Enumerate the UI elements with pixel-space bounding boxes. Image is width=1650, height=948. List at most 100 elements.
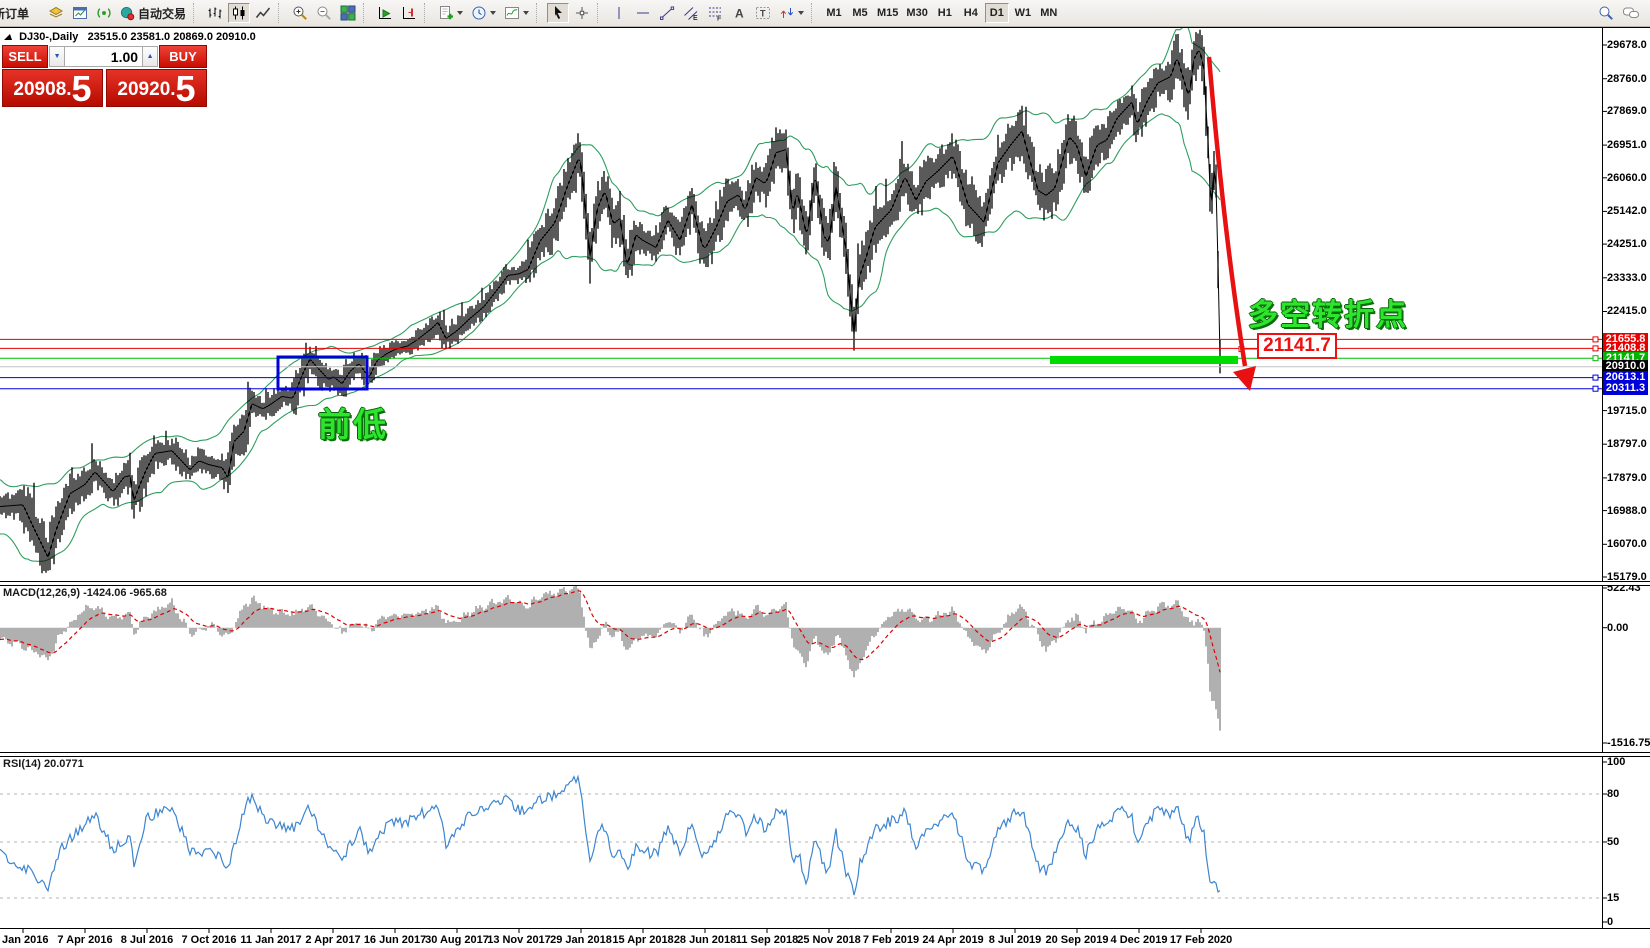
zoom-out-button[interactable] — [313, 3, 335, 23]
auto-trading-icon — [120, 6, 135, 21]
volume-increase-button[interactable]: ▲ — [142, 46, 158, 67]
toolbar-separator — [424, 3, 430, 23]
sell-button[interactable]: SELL — [2, 45, 48, 68]
chat-bubbles-icon — [1622, 5, 1640, 21]
text-label-icon: T — [755, 5, 771, 21]
toolbar: 新订单 自动交易 — [0, 0, 1650, 27]
horizontal-line-tool-button[interactable] — [632, 3, 654, 23]
market-watch-icon — [72, 5, 88, 21]
cursor-icon — [550, 5, 566, 21]
zoom-in-button[interactable] — [289, 3, 311, 23]
auto-scroll-icon — [377, 5, 393, 21]
equidistant-channel-icon: E — [683, 5, 699, 21]
timeframe-mn-button[interactable]: MN — [1037, 3, 1061, 23]
volume-input[interactable] — [65, 46, 142, 67]
auto-trading-button[interactable]: 自动交易 — [117, 3, 189, 23]
crosshair-icon — [574, 5, 590, 21]
text-tool-button[interactable]: A — [728, 3, 750, 23]
vertical-line-icon — [611, 5, 627, 21]
svg-text:E: E — [693, 15, 698, 21]
text-icon: A — [731, 5, 747, 21]
community-chat-button[interactable] — [1619, 3, 1643, 23]
toolbar-separator — [193, 3, 199, 23]
fibonacci-tool-button[interactable]: F — [704, 3, 726, 23]
chevron-down-icon — [798, 11, 804, 15]
trendline-tool-button[interactable] — [656, 3, 678, 23]
ask-price-button[interactable]: 20920.5 — [106, 69, 207, 107]
clock-icon — [471, 5, 487, 21]
tile-windows-button[interactable] — [337, 3, 359, 23]
search-icon — [1598, 5, 1614, 21]
bar-chart-icon — [207, 5, 223, 21]
search-button[interactable] — [1595, 3, 1617, 23]
rsi-indicator-label: RSI(14) 20.0771 — [3, 758, 84, 770]
time-axis-border — [0, 928, 1650, 929]
toolbar-separator — [536, 3, 542, 23]
toolbar-separator — [597, 3, 603, 23]
one-click-trading-panel: SELL ▼ ▲ BUY 20908.5 20920.5 — [2, 45, 207, 107]
price-flag-label[interactable]: 21141.7 — [1257, 333, 1337, 359]
macd-panel-splitter[interactable] — [0, 581, 1650, 586]
cursor-tool-button[interactable] — [547, 3, 569, 23]
tile-windows-icon — [340, 5, 356, 21]
channel-tool-button[interactable]: E — [680, 3, 702, 23]
timeframe-h4-button[interactable]: H4 — [959, 3, 983, 23]
chart-symbol-label: DJ30-,Daily — [19, 31, 78, 43]
vertical-line-tool-button[interactable] — [608, 3, 630, 23]
buy-button[interactable]: BUY — [159, 45, 207, 68]
toolbar-separator — [278, 3, 284, 23]
candlestick-mode-button[interactable] — [228, 3, 250, 23]
line-chart-icon — [255, 5, 271, 21]
crosshair-tool-button[interactable] — [571, 3, 593, 23]
journal-icon-button[interactable] — [45, 3, 67, 23]
turning-point-annotation[interactable]: 多空转折点 — [1248, 290, 1408, 334]
timeframe-m30-button[interactable]: M30 — [903, 3, 930, 23]
fibonacci-icon: F — [707, 5, 723, 21]
timeframe-h1-button[interactable]: H1 — [933, 3, 957, 23]
indicators-icon — [504, 5, 520, 21]
chevron-down-icon — [523, 11, 529, 15]
arrow-objects-icon — [779, 5, 795, 21]
chart-window[interactable] — [0, 27, 1650, 948]
new-order-button[interactable]: 新订单 — [0, 5, 44, 22]
chart-shift-button[interactable] — [398, 3, 420, 23]
horizontal-line-icon — [635, 5, 651, 21]
bid-integer: 20908 — [13, 75, 66, 105]
rsi-panel-splitter[interactable] — [0, 752, 1650, 757]
indicators-dropdown-button[interactable] — [501, 3, 532, 23]
timeframe-m15-button[interactable]: M15 — [874, 3, 901, 23]
text-label-tool-button[interactable]: T — [752, 3, 774, 23]
timeframe-m5-button[interactable]: M5 — [848, 3, 872, 23]
auto-scroll-button[interactable] — [374, 3, 396, 23]
svg-text:A: A — [735, 7, 744, 21]
signals-icon-button[interactable] — [93, 3, 115, 23]
toolbar-separator — [363, 3, 369, 23]
candlestick-icon — [231, 5, 247, 21]
ask-decimal: 5 — [176, 73, 196, 105]
signal-icon — [96, 5, 112, 21]
bid-price-button[interactable]: 20908.5 — [2, 69, 103, 107]
volume-stepper: ▼ ▲ — [48, 45, 159, 68]
new-order-dropdown-button[interactable] — [435, 3, 466, 23]
zoom-out-icon — [316, 5, 332, 21]
market-watch-icon-button[interactable] — [69, 3, 91, 23]
previous-low-annotation[interactable]: 前低 — [318, 398, 388, 446]
arrows-tool-button[interactable] — [776, 3, 807, 23]
timeframe-m1-button[interactable]: M1 — [822, 3, 846, 23]
period-dropdown-button[interactable] — [468, 3, 499, 23]
chevron-down-icon — [490, 11, 496, 15]
svg-text:F: F — [717, 16, 722, 22]
chevron-down-icon — [457, 11, 463, 15]
ask-integer: 20920 — [117, 75, 170, 105]
timeframe-d1-button[interactable]: D1 — [985, 3, 1009, 23]
volume-decrease-button[interactable]: ▼ — [49, 46, 65, 67]
timeframe-w1-button[interactable]: W1 — [1011, 3, 1035, 23]
line-chart-mode-button[interactable] — [252, 3, 274, 23]
new-order-label: 新订单 — [0, 7, 29, 21]
chart-ohlc-values: 23515.0 23581.0 20869.0 20910.0 — [88, 31, 256, 43]
bar-chart-mode-button[interactable] — [204, 3, 226, 23]
trendline-icon — [659, 5, 675, 21]
price-axis-border — [1602, 28, 1603, 928]
order-document-icon — [438, 5, 454, 21]
macd-indicator-label: MACD(12,26,9) -1424.06 -965.68 — [3, 587, 167, 599]
